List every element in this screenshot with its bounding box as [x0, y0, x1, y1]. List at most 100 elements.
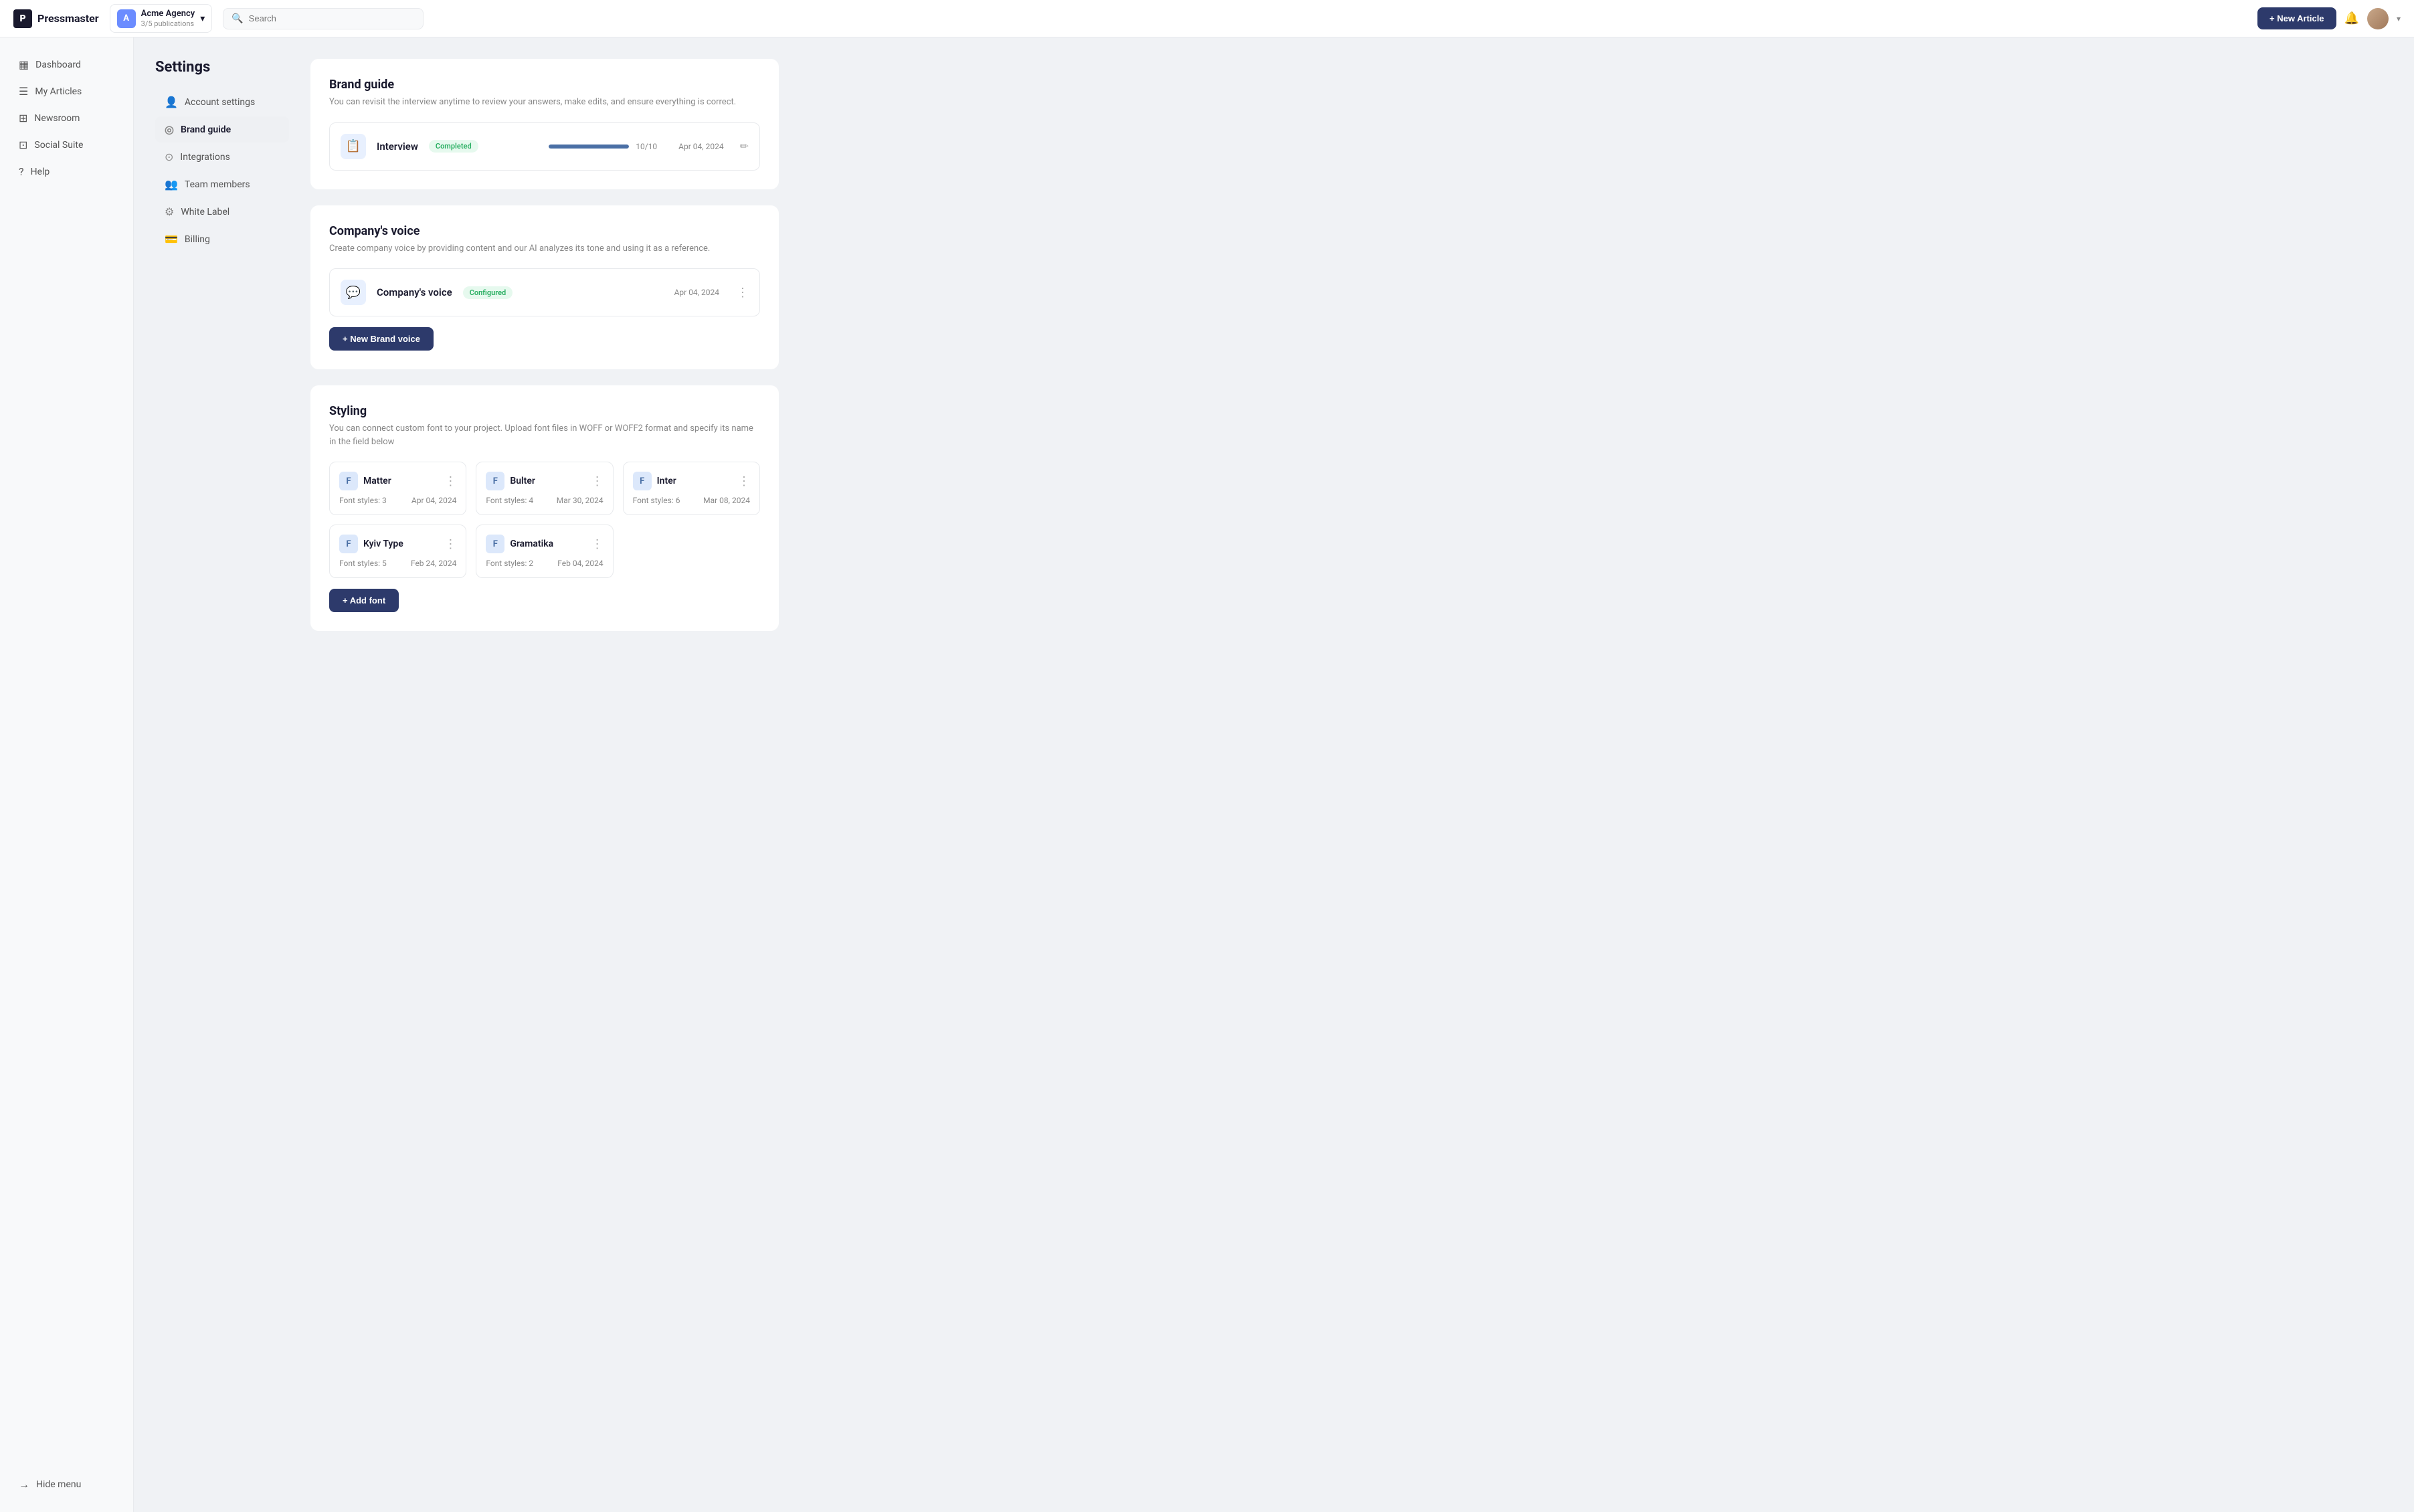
app-body: ▦ Dashboard ☰ My Articles ⊞ Newsroom ⊡ S…	[0, 0, 2414, 1512]
font-card-name-area: F Gramatika	[486, 535, 553, 553]
font-more-icon[interactable]: ⋮	[444, 474, 456, 488]
settings-content: Brand guide You can revisit the intervie…	[310, 59, 779, 1491]
font-card-meta: Font styles: 2 Feb 04, 2024	[486, 559, 603, 568]
notifications-bell-icon[interactable]: 🔔	[2344, 11, 2359, 25]
new-brand-voice-button[interactable]: + New Brand voice	[329, 327, 434, 351]
settings-nav-white-label[interactable]: ⚙ White Label	[155, 199, 289, 225]
sidebar-item-my-articles[interactable]: ☰ My Articles	[5, 78, 128, 104]
font-card-meta: Font styles: 5 Feb 24, 2024	[339, 559, 456, 568]
settings-nav-team-members[interactable]: 👥 Team members	[155, 171, 289, 197]
settings-nav-billing[interactable]: 💳 Billing	[155, 226, 289, 252]
edit-icon[interactable]: ✏	[740, 140, 749, 153]
font-date: Feb 04, 2024	[557, 559, 603, 568]
font-card-name-area: F Matter	[339, 472, 391, 490]
voice-more-icon[interactable]: ⋮	[737, 286, 749, 300]
styling-desc: You can connect custom font to your proj…	[329, 422, 760, 448]
font-icon: F	[486, 535, 504, 553]
font-more-icon[interactable]: ⋮	[591, 537, 604, 551]
font-more-icon[interactable]: ⋮	[591, 474, 604, 488]
sidebar-item-newsroom[interactable]: ⊞ Newsroom	[5, 105, 128, 131]
font-card-gramatika: F Gramatika ⋮ Font styles: 2 Feb 04, 202…	[476, 525, 613, 578]
sidebar-nav: ▦ Dashboard ☰ My Articles ⊞ Newsroom ⊡ S…	[0, 51, 133, 185]
settings-nav-integrations[interactable]: ⊙ Integrations	[155, 144, 289, 170]
interview-label: Interview	[377, 140, 418, 153]
font-icon: F	[486, 472, 504, 490]
sidebar: ▦ Dashboard ☰ My Articles ⊞ Newsroom ⊡ S…	[0, 37, 134, 1512]
sidebar-item-dashboard[interactable]: ▦ Dashboard	[5, 52, 128, 78]
user-menu-chevron-down-icon[interactable]: ▾	[2397, 14, 2401, 23]
search-bar[interactable]: 🔍	[223, 8, 424, 29]
font-grid: F Matter ⋮ Font styles: 3 Apr 04, 2024 F…	[329, 462, 760, 578]
font-name: Inter	[657, 476, 676, 486]
sidebar-item-hide-menu[interactable]: → Hide menu	[5, 1471, 128, 1498]
user-avatar[interactable]	[2367, 8, 2389, 29]
font-card-kyiv-type: F Kyiv Type ⋮ Font styles: 5 Feb 24, 202…	[329, 525, 466, 578]
logo-name: Pressmaster	[37, 12, 99, 25]
dashboard-icon: ▦	[19, 58, 29, 71]
font-card-name-area: F Bulter	[486, 472, 535, 490]
logo-letter: P	[19, 13, 25, 24]
progress-label: 10/10	[636, 142, 657, 151]
completed-badge: Completed	[429, 140, 478, 153]
settings-nav-billing-label: Billing	[185, 234, 210, 245]
my-articles-icon: ☰	[19, 85, 28, 98]
billing-icon: 💳	[165, 233, 178, 246]
sidebar-item-help[interactable]: ? Help	[5, 159, 128, 185]
styling-section: Styling You can connect custom font to y…	[310, 385, 779, 631]
workspace-selector[interactable]: A Acme Agency 3/5 publications ▾	[110, 4, 213, 33]
workspace-info: Acme Agency 3/5 publications	[141, 9, 195, 28]
font-date: Feb 24, 2024	[411, 559, 456, 568]
user-avatar-img	[2367, 8, 2389, 29]
sidebar-item-label-help: Help	[31, 167, 50, 177]
brand-guide-title: Brand guide	[329, 78, 760, 92]
main-content: Settings 👤 Account settings ◎ Brand guid…	[134, 37, 2414, 1512]
font-more-icon[interactable]: ⋮	[444, 537, 456, 551]
font-card-meta: Font styles: 6 Mar 08, 2024	[633, 496, 750, 505]
sidebar-item-social-suite[interactable]: ⊡ Social Suite	[5, 132, 128, 158]
new-article-button[interactable]: + New Article	[2257, 7, 2336, 29]
font-styles: Font styles: 3	[339, 496, 387, 505]
workspace-name: Acme Agency	[141, 9, 195, 19]
voice-date: Apr 04, 2024	[674, 288, 719, 297]
sidebar-item-label-newsroom: Newsroom	[34, 113, 80, 124]
font-card-header: F Inter ⋮	[633, 472, 750, 490]
configured-badge: Configured	[463, 286, 513, 299]
font-card-header: F Kyiv Type ⋮	[339, 535, 456, 553]
font-more-icon[interactable]: ⋮	[738, 474, 750, 488]
font-card-meta: Font styles: 3 Apr 04, 2024	[339, 496, 456, 505]
workspace-sub: 3/5 publications	[141, 19, 195, 28]
font-icon: F	[633, 472, 652, 490]
sidebar-item-label-social-suite: Social Suite	[34, 140, 83, 151]
sidebar-item-label-my-articles: My Articles	[35, 86, 82, 97]
font-card-header: F Matter ⋮	[339, 472, 456, 490]
add-font-label: + Add font	[343, 595, 385, 605]
progress-area: 10/10	[549, 142, 657, 151]
settings-nav-brand-guide[interactable]: ◎ Brand guide	[155, 116, 289, 143]
search-input[interactable]	[249, 13, 415, 23]
sidebar-bottom: → Hide menu	[0, 1471, 133, 1499]
font-name: Gramatika	[510, 539, 553, 549]
settings-nav-team-members-label: Team members	[185, 179, 250, 190]
interview-row: 📋 Interview Completed 10/10 Apr 04, 2024…	[329, 122, 760, 171]
add-font-button[interactable]: + Add font	[329, 589, 399, 612]
voice-icon: 💬	[341, 280, 366, 305]
voice-row: 💬 Company's voice Configured Apr 04, 202…	[329, 268, 760, 316]
font-styles: Font styles: 4	[486, 496, 533, 505]
font-styles: Font styles: 2	[486, 559, 533, 568]
font-card-header: F Gramatika ⋮	[486, 535, 603, 553]
top-navigation: P Pressmaster A Acme Agency 3/5 publicat…	[0, 0, 2414, 37]
sidebar-item-label-dashboard: Dashboard	[35, 60, 81, 70]
newsroom-icon: ⊞	[19, 112, 27, 124]
font-name: Kyiv Type	[363, 539, 403, 549]
help-icon: ?	[19, 165, 24, 178]
account-settings-icon: 👤	[165, 96, 178, 108]
workspace-avatar: A	[117, 9, 136, 28]
settings-nav-account[interactable]: 👤 Account settings	[155, 89, 289, 115]
font-date: Apr 04, 2024	[411, 496, 456, 505]
font-card-name-area: F Inter	[633, 472, 676, 490]
font-name: Bulter	[510, 476, 535, 486]
workspace-chevron: ▾	[200, 13, 205, 24]
settings-nav-white-label-label: White Label	[181, 207, 229, 217]
team-members-icon: 👥	[165, 178, 178, 191]
company-voice-title: Company's voice	[329, 224, 760, 238]
